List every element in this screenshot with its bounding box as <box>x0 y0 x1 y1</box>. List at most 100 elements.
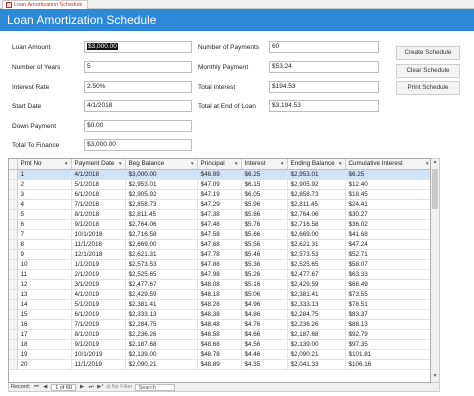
table-cell[interactable]: $5.96 <box>241 199 288 210</box>
table-row[interactable]: 19 10/1/2019 $2,139.00 $48.78 $4.46 $2,090.21… <box>9 349 430 360</box>
table-cell[interactable]: $2,187.68 <box>125 339 198 350</box>
table-cell[interactable]: $2,477.67 <box>125 279 198 290</box>
table-cell[interactable]: $2,139.00 <box>125 349 198 360</box>
table-cell[interactable]: 4/1/2019 <box>71 289 126 300</box>
table-cell[interactable]: $48.78 <box>197 349 242 360</box>
row-selector[interactable] <box>9 239 18 250</box>
table-cell[interactable]: $2,953.01 <box>125 179 198 190</box>
table-row[interactable]: 1 4/1/2018 $3,000.00 $46.99 $6.25 $2,953.01 $6… <box>9 169 430 180</box>
table-cell[interactable]: $97.35 <box>345 339 430 350</box>
table-cell[interactable]: $5.06 <box>241 289 288 300</box>
table-cell[interactable]: 7/1/2019 <box>71 319 126 330</box>
total-finance-field[interactable]: $3,000.00 <box>84 139 192 151</box>
table-cell[interactable]: $6.25 <box>345 169 430 180</box>
table-cell[interactable]: $5.26 <box>241 269 288 280</box>
table-row[interactable]: 8 11/1/2018 $2,669.00 $47.68 $5.56 $2,621.31 $… <box>9 239 430 250</box>
table-cell[interactable]: 18 <box>17 339 72 350</box>
table-cell[interactable]: $18.45 <box>345 189 430 200</box>
interest-rate-field[interactable]: 2.50% <box>84 81 192 93</box>
table-cell[interactable]: $2,716.58 <box>287 219 346 230</box>
row-selector[interactable] <box>9 179 18 190</box>
next-record-icon[interactable]: ▶ <box>79 384 85 390</box>
table-row[interactable]: 12 3/1/2019 $2,477.67 $48.08 $5.16 $2,429.59 $… <box>9 279 430 290</box>
table-cell[interactable]: 6/1/2019 <box>71 309 126 320</box>
table-cell[interactable]: $4.66 <box>241 329 288 340</box>
row-selector[interactable] <box>9 289 18 300</box>
column-header[interactable]: Payment Date ▼ <box>71 159 126 170</box>
table-cell[interactable]: $47.29 <box>197 199 242 210</box>
table-cell[interactable]: 11/1/2018 <box>71 239 126 250</box>
row-selector[interactable] <box>9 319 18 330</box>
table-cell[interactable]: $46.99 <box>197 169 242 180</box>
vertical-scrollbar[interactable]: ▲ ▼ <box>431 158 440 383</box>
table-cell[interactable]: $2,905.92 <box>125 189 198 200</box>
table-cell[interactable]: $73.55 <box>345 289 430 300</box>
row-selector[interactable] <box>9 269 18 280</box>
table-cell[interactable]: 3 <box>17 189 72 200</box>
first-record-icon[interactable]: ⏮ <box>33 384 39 391</box>
table-cell[interactable]: 11 <box>17 269 72 280</box>
table-cell[interactable]: 5 <box>17 209 72 220</box>
row-selector[interactable] <box>9 199 18 210</box>
table-cell[interactable]: 17 <box>17 329 72 340</box>
print-schedule-button[interactable]: Print Schedule <box>396 81 460 95</box>
monthly-payment-field[interactable]: $53.24 <box>269 61 379 73</box>
table-cell[interactable]: $63.33 <box>345 269 430 280</box>
table-cell[interactable]: $2,090.21 <box>125 359 198 370</box>
table-cell[interactable]: $2,381.41 <box>125 299 198 310</box>
sort-dropdown-icon[interactable]: ▼ <box>64 161 68 166</box>
table-cell[interactable]: $2,764.06 <box>125 219 198 230</box>
table-row[interactable]: 2 5/1/2018 $2,953.01 $47.09 $6.15 $2,905.92 $1… <box>9 179 430 190</box>
table-cell[interactable]: $47.38 <box>197 209 242 220</box>
table-cell[interactable]: $2,858.73 <box>125 199 198 210</box>
row-selector[interactable] <box>9 279 18 290</box>
table-cell[interactable]: $58.07 <box>345 259 430 270</box>
table-cell[interactable]: $2,041.33 <box>287 359 346 370</box>
table-cell[interactable]: $47.48 <box>197 219 242 230</box>
table-cell[interactable]: $2,669.00 <box>125 239 198 250</box>
table-cell[interactable]: $12.40 <box>345 179 430 190</box>
table-row[interactable]: 18 9/1/2019 $2,187.68 $48.68 $4.56 $2,139.00 $… <box>9 339 430 350</box>
column-header[interactable]: Pmt No ▼ <box>17 159 72 170</box>
table-cell[interactable]: $47.78 <box>197 249 242 260</box>
table-row[interactable]: 3 6/1/2018 $2,905.92 $47.19 $6.05 $2,858.73 $1… <box>9 189 430 200</box>
table-cell[interactable]: 7/1/2018 <box>71 199 126 210</box>
table-cell[interactable]: 6 <box>17 219 72 230</box>
table-row[interactable]: 11 2/1/2019 $2,525.65 $47.98 $5.26 $2,477.67 $… <box>9 269 430 280</box>
table-cell[interactable]: $2,187.68 <box>287 329 346 340</box>
scroll-down-icon[interactable]: ▼ <box>431 373 439 382</box>
table-row[interactable]: 17 8/1/2019 $2,236.26 $48.58 $4.66 $2,187.68 $… <box>9 329 430 340</box>
table-row[interactable]: 4 7/1/2018 $2,858.73 $47.29 $5.96 $2,811.45 $2… <box>9 199 430 210</box>
table-cell[interactable]: $3,000.00 <box>125 169 198 180</box>
table-cell[interactable]: 19 <box>17 349 72 360</box>
table-cell[interactable]: 3/1/2019 <box>71 279 126 290</box>
table-cell[interactable]: 20 <box>17 359 72 370</box>
total-interest-field[interactable]: $194.53 <box>269 81 379 93</box>
table-cell[interactable]: $2,573.53 <box>125 259 198 270</box>
table-cell[interactable]: $6.15 <box>241 179 288 190</box>
sort-dropdown-icon[interactable]: ▼ <box>425 161 429 166</box>
new-record-icon[interactable]: ▶* <box>97 384 103 390</box>
payments-count-field[interactable]: 60 <box>269 41 379 53</box>
table-cell[interactable]: 1/1/2019 <box>71 259 126 270</box>
table-cell[interactable]: $6.05 <box>241 189 288 200</box>
table-cell[interactable]: $6.25 <box>241 169 288 180</box>
table-cell[interactable]: $92.79 <box>345 329 430 340</box>
table-row[interactable]: 13 4/1/2019 $2,429.59 $48.18 $5.06 $2,381.41 $… <box>9 289 430 300</box>
table-cell[interactable]: $4.56 <box>241 339 288 350</box>
table-row[interactable]: 6 9/1/2018 $2,764.06 $47.48 $5.76 $2,716.58 $3… <box>9 219 430 230</box>
table-cell[interactable]: $2,477.67 <box>287 269 346 280</box>
table-row[interactable]: 14 5/1/2019 $2,381.41 $48.28 $4.96 $2,333.13 $… <box>9 299 430 310</box>
table-cell[interactable]: $47.09 <box>197 179 242 190</box>
table-cell[interactable]: $68.49 <box>345 279 430 290</box>
table-cell[interactable]: $4.46 <box>241 349 288 360</box>
row-selector[interactable] <box>9 209 18 220</box>
column-header[interactable]: Beg Balance ▼ <box>125 159 198 170</box>
table-row[interactable]: 15 6/1/2019 $2,333.13 $48.38 $4.86 $2,284.75 $… <box>9 309 430 320</box>
table-cell[interactable]: $24.41 <box>345 199 430 210</box>
table-cell[interactable]: $83.37 <box>345 309 430 320</box>
table-cell[interactable]: $4.76 <box>241 319 288 330</box>
table-cell[interactable]: 8 <box>17 239 72 250</box>
table-row[interactable]: 10 1/1/2019 $2,573.53 $47.88 $5.36 $2,525.65 $… <box>9 259 430 270</box>
table-cell[interactable]: $2,333.13 <box>125 309 198 320</box>
